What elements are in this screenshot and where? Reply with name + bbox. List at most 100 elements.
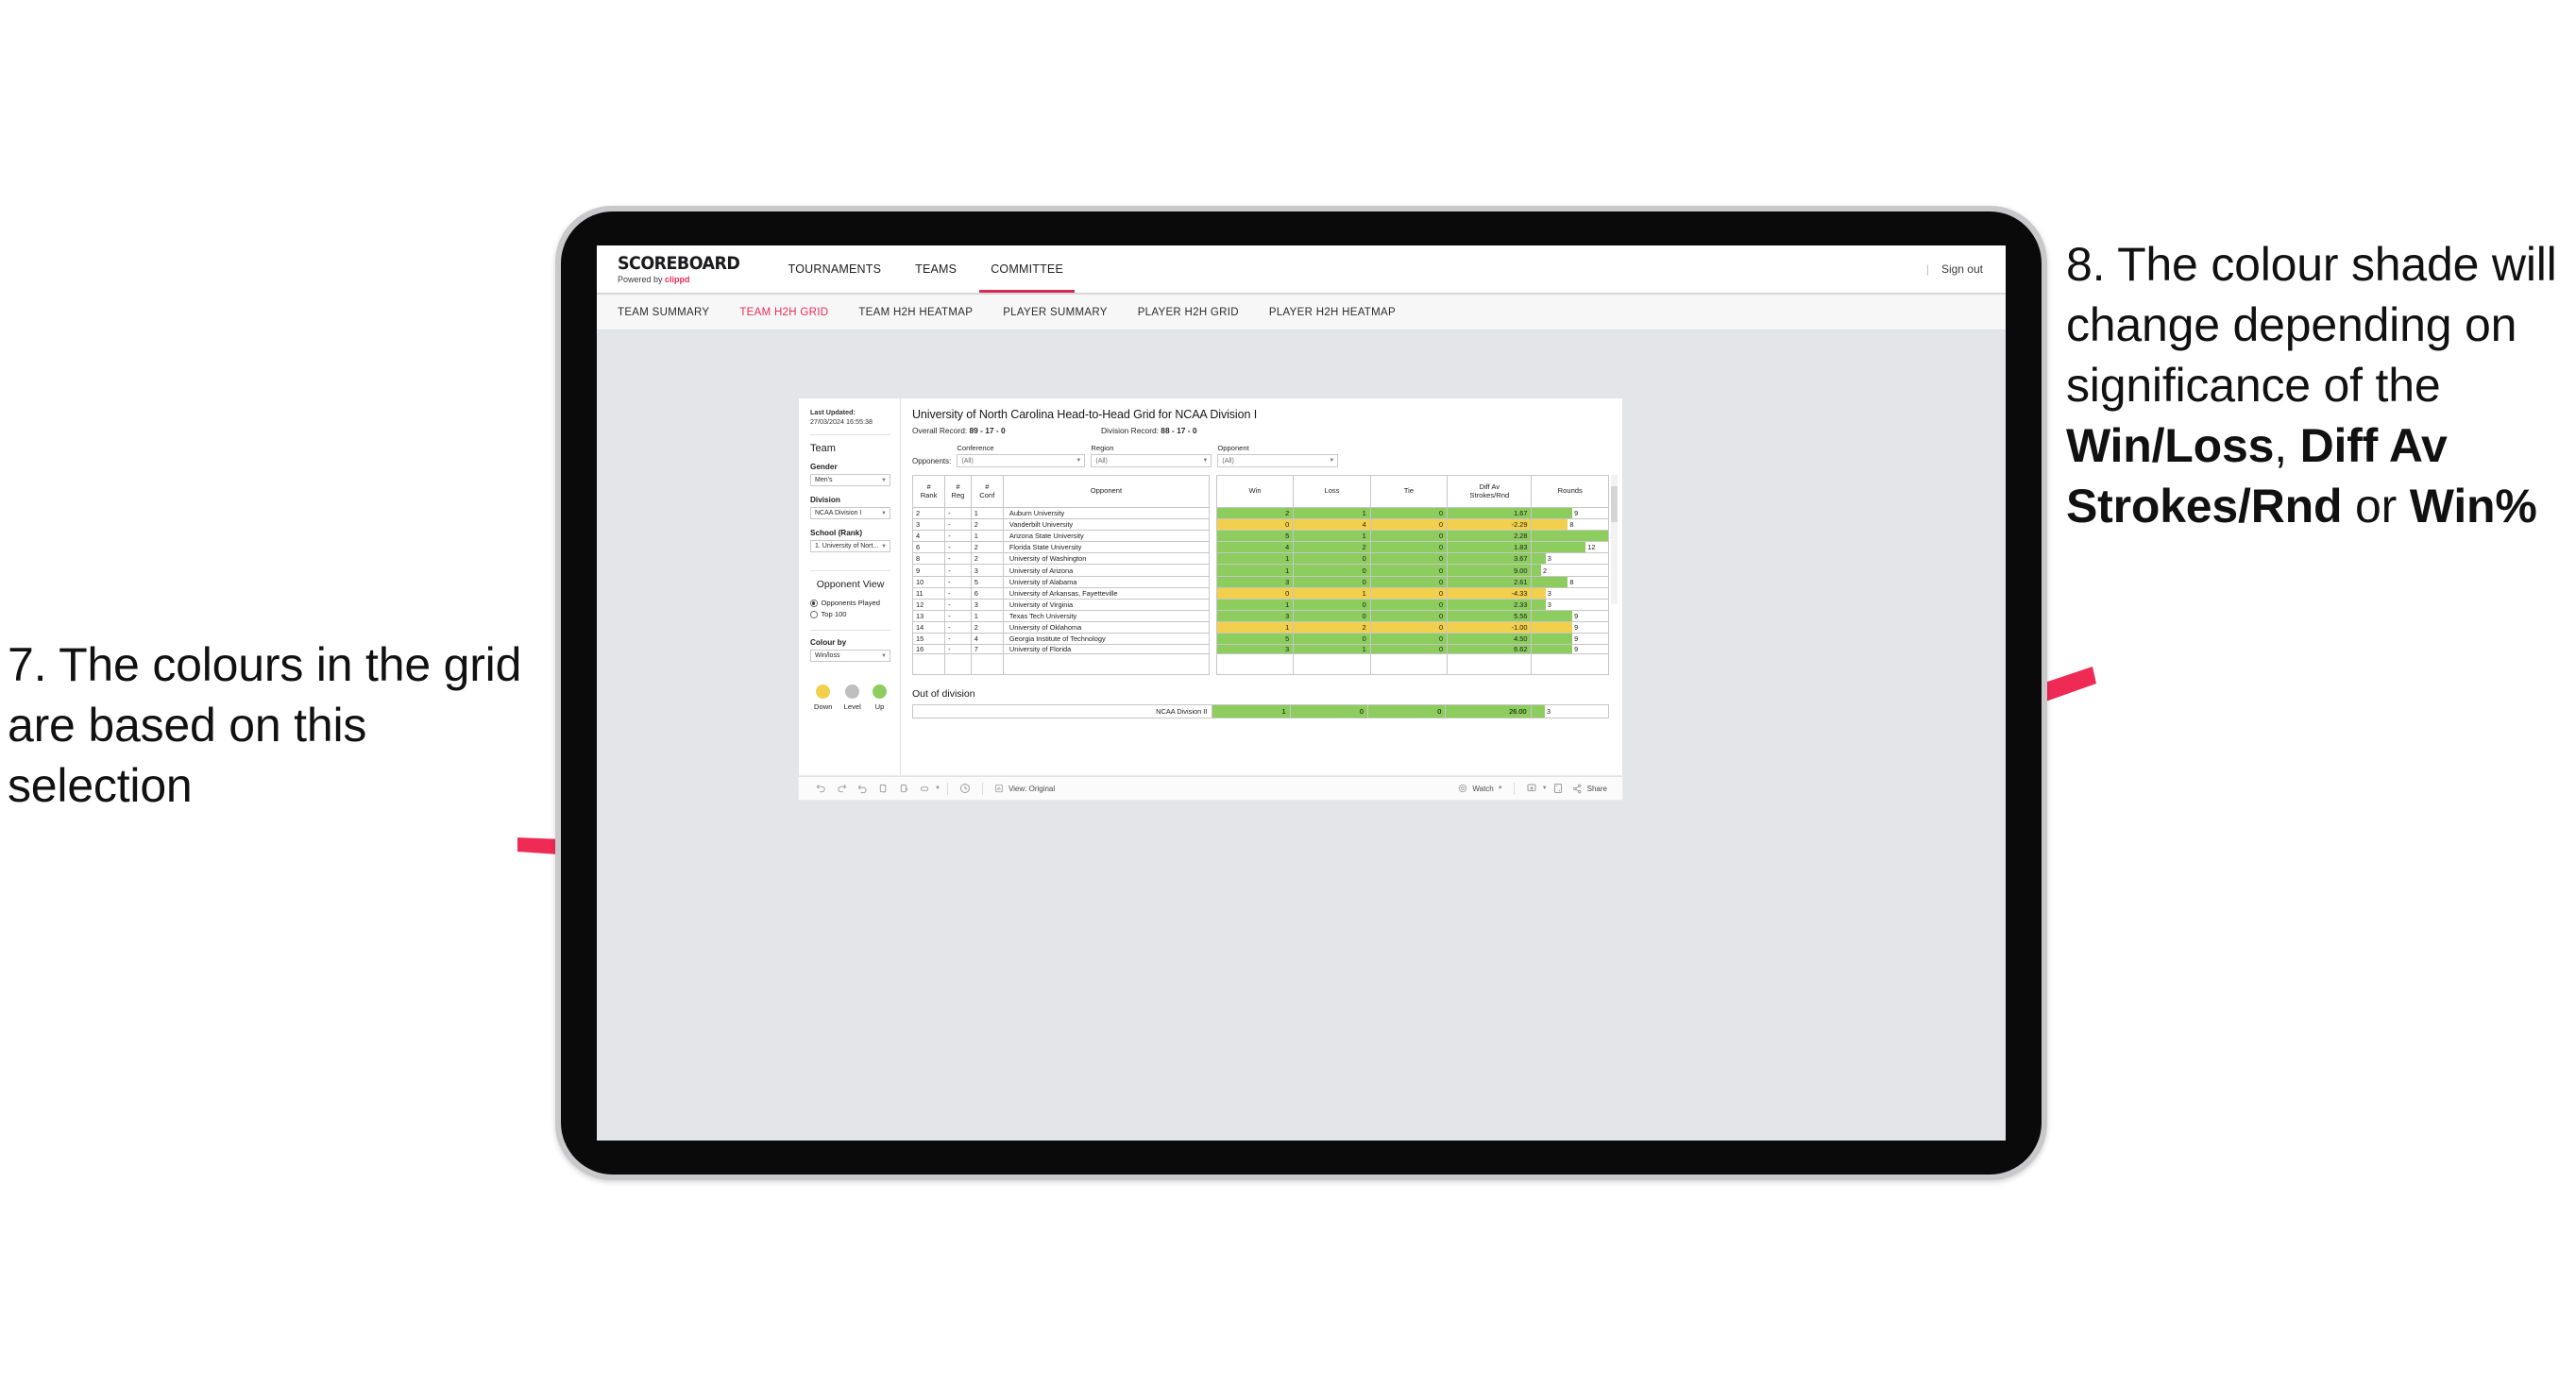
conference-select[interactable]: (All) ▼ xyxy=(957,454,1086,467)
cell-win: 0 xyxy=(1215,518,1295,532)
redo-icon[interactable] xyxy=(831,778,852,799)
radio-opponents-played[interactable]: Opponents Played xyxy=(810,599,890,607)
rounds-value: 9 xyxy=(1574,645,1579,654)
device-layout-icon[interactable] xyxy=(914,778,935,799)
colour-by-select[interactable]: Win/loss ▼ xyxy=(810,650,890,663)
subnav-item-player-h2h-heatmap[interactable]: PLAYER H2H HEATMAP xyxy=(1254,307,1411,318)
view-icon xyxy=(993,783,1005,794)
cell-loss: 1 xyxy=(1293,530,1371,543)
division-label: Division xyxy=(810,496,840,505)
table-row[interactable]: 12-3 University of Virginia 1 0 0 2.33 3 xyxy=(911,598,1609,611)
h2h-table-head: # Rank # Reg # Conf Opponent Win Loss Tie xyxy=(911,475,1609,508)
cell-rank: 9 xyxy=(911,564,946,577)
cell-tie: 0 xyxy=(1369,598,1449,611)
colour-by-label: Colour by xyxy=(810,638,847,648)
col-opponent: Opponent xyxy=(1002,475,1210,508)
table-row[interactable]: 9-3 University of Arizona 1 0 0 9.00 2 xyxy=(911,564,1609,577)
subnav-item-team-h2h-grid[interactable]: TEAM H2H GRID xyxy=(724,307,843,318)
cell-win: 1 xyxy=(1215,598,1295,611)
radio-top-100[interactable]: Top 100 xyxy=(810,610,890,618)
rounds-value: 8 xyxy=(1569,577,1574,586)
table-row[interactable]: 4-1Arizona State University5102.2817 xyxy=(911,530,1618,543)
cell-win: 1 xyxy=(1215,552,1295,566)
table-row[interactable]: 10-5 University of Alabama 3 0 0 2.61 8 xyxy=(911,575,1609,588)
chevron-down-icon: ▼ xyxy=(881,543,887,549)
cell-opponent: University of Florida xyxy=(1002,644,1210,655)
topnav-item-tournaments[interactable]: TOURNAMENTS xyxy=(771,245,899,293)
table-row[interactable]: 3-2 Vanderbilt University 0 4 0 -2.29 8 xyxy=(911,518,1609,532)
table-row[interactable]: 11-6 University of Arkansas, Fayetteville… xyxy=(911,586,1609,600)
brand-subtitle: Powered by clippd xyxy=(618,275,751,284)
table-scrollbar[interactable] xyxy=(1611,475,1618,604)
share-label: Share xyxy=(1586,784,1607,793)
rounds-value: 8 xyxy=(1569,520,1574,530)
legend-item-down: Down xyxy=(814,685,832,711)
record-row: Overall Record: 89 - 17 - 0 Division Rec… xyxy=(912,426,1609,435)
download-icon[interactable] xyxy=(1521,778,1542,799)
out-of-division-row[interactable]: NCAA Division II 1 0 0 26.00 3 xyxy=(911,704,1610,719)
rounds-bar xyxy=(1532,587,1546,599)
school-rank-value: 1. University of Nort... xyxy=(815,543,879,550)
filter-sidebar: Last Updated: 27/03/2024 16:55:38 Team G… xyxy=(799,398,901,776)
signout-button[interactable]: Sign out xyxy=(1941,262,1983,276)
chevron-down-icon: ▼ xyxy=(881,652,887,659)
table-row[interactable]: 2-1 Auburn University 2 1 0 1.67 9 xyxy=(911,506,1609,520)
app-header: SCOREBOARD Powered by clippd TOURNAMENTS… xyxy=(597,245,2006,295)
tablet-device: SCOREBOARD Powered by clippd TOURNAMENTS… xyxy=(555,206,2047,1180)
school-rank-field: School (Rank) 1. University of Nort... ▼ xyxy=(810,529,890,553)
subnav-item-player-summary[interactable]: PLAYER SUMMARY xyxy=(988,307,1123,318)
opponents-label: Opponents: xyxy=(912,457,952,465)
subnav-item-team-h2h-heatmap[interactable]: TEAM H2H HEATMAP xyxy=(843,307,988,318)
cell-conf: 2 xyxy=(970,518,1004,532)
pause-auto-update-icon[interactable] xyxy=(893,778,914,799)
toolbar-divider-2 xyxy=(981,782,983,795)
ood-cell-rounds: 3 xyxy=(1530,704,1610,719)
col-conf-l2: Conf xyxy=(979,490,995,499)
legend-label-level: Level xyxy=(843,702,861,712)
table-row[interactable]: 16-7 University of Florida 3 1 0 6.62 9 xyxy=(911,644,1609,655)
cell-rank: 16 xyxy=(911,644,946,655)
watch-icon xyxy=(1457,783,1468,794)
cell-loss: 1 xyxy=(1293,506,1371,520)
subnav-item-team-summary[interactable]: TEAM SUMMARY xyxy=(618,307,724,318)
opponent-select[interactable]: (All) ▼ xyxy=(1217,454,1339,467)
cell-opponent: Florida State University xyxy=(1002,541,1210,554)
gender-select[interactable]: Men's ▼ xyxy=(810,474,890,487)
watch-button[interactable]: Watch ▼ xyxy=(1453,783,1506,794)
overall-record: Overall Record: 89 - 17 - 0 xyxy=(912,426,1101,435)
cell-rounds: 8 xyxy=(1531,518,1609,532)
col-win: Win xyxy=(1215,475,1295,508)
tablet-bezel: SCOREBOARD Powered by clippd TOURNAMENTS… xyxy=(561,211,2042,1175)
share-button[interactable]: Share xyxy=(1568,783,1611,794)
watch-label: Watch xyxy=(1472,784,1494,793)
col-rank-l2: Rank xyxy=(920,490,938,499)
subnav-item-player-h2h-grid[interactable]: PLAYER H2H GRID xyxy=(1123,307,1254,318)
dashboard-card: Last Updated: 27/03/2024 16:55:38 Team G… xyxy=(799,398,1622,776)
chevron-down-icon: ▼ xyxy=(881,477,887,483)
table-scrollbar-thumb[interactable] xyxy=(1611,486,1618,522)
view-original-button[interactable]: View: Original xyxy=(990,783,1059,794)
annotation-8-part-5: Win% xyxy=(2409,480,2537,532)
chevron-down-icon: ▼ xyxy=(1329,458,1335,464)
history-icon[interactable] xyxy=(955,778,975,799)
table-row[interactable]: 15-4 Georgia Institute of Technology 5 0 0 4.… xyxy=(911,633,1609,646)
topnav-item-teams[interactable]: TEAMS xyxy=(898,245,974,293)
radio-top-100-label: Top 100 xyxy=(821,610,847,619)
ood-cell-win: 1 xyxy=(1212,704,1291,719)
region-select[interactable]: (All) ▼ xyxy=(1091,454,1212,467)
revert-icon[interactable] xyxy=(852,778,873,799)
cell-conf: 3 xyxy=(970,598,1004,611)
table-row[interactable]: 13-1 Texas Tech University 3 0 0 5.56 9 xyxy=(911,609,1609,622)
device-layout-caret-icon[interactable]: ▼ xyxy=(935,786,941,791)
table-row[interactable]: 6-2 Florida State University 4 2 0 1.83 12 xyxy=(911,541,1609,554)
cell-gap xyxy=(1209,531,1216,542)
conference-value: (All) xyxy=(961,457,974,465)
table-row[interactable]: 8-2 University of Washington 1 0 0 3.67 3 xyxy=(911,552,1609,566)
table-row[interactable]: 14-2 University of Oklahoma 1 2 0 -1.00 9 xyxy=(911,620,1609,634)
undo-icon[interactable] xyxy=(810,778,831,799)
topnav-item-committee[interactable]: COMMITTEE xyxy=(974,245,1080,293)
refresh-icon[interactable] xyxy=(873,778,893,799)
fullscreen-icon[interactable] xyxy=(1548,778,1568,799)
school-rank-select[interactable]: 1. University of Nort... ▼ xyxy=(810,540,890,553)
division-select[interactable]: NCAA Division I ▼ xyxy=(810,507,890,520)
